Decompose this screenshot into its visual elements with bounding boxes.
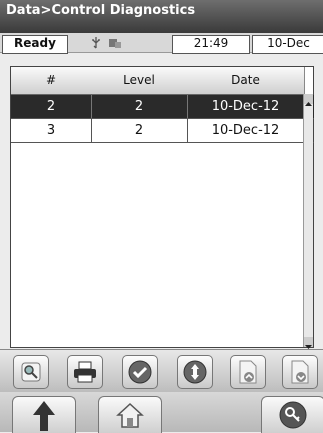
table-scrollbar[interactable] (303, 94, 313, 349)
scroll-down-arrow-icon[interactable] (304, 337, 313, 349)
scroll-updown-icon (183, 360, 207, 384)
home-button[interactable] (98, 396, 162, 433)
navigation-bar (0, 392, 323, 433)
row-level: 2 (91, 119, 188, 142)
device-icon (109, 39, 121, 48)
page-up-button[interactable] (230, 355, 266, 389)
confirm-button[interactable] (122, 355, 158, 389)
printer-icon (74, 361, 96, 383)
column-header-level[interactable]: Level (91, 67, 188, 95)
home-icon (116, 402, 144, 428)
page-up-icon (239, 360, 257, 384)
row-date: 10-Dec-12 (211, 99, 280, 114)
key-button[interactable] (261, 396, 323, 433)
usb-icon (92, 37, 100, 49)
page-down-button[interactable] (282, 355, 318, 389)
status-time: 21:49 (172, 35, 250, 54)
scroll-up-arrow-icon[interactable] (304, 94, 313, 106)
column-header-date[interactable]: Date (187, 67, 305, 95)
row-level: 2 (91, 95, 188, 118)
row-number: 2 (11, 95, 92, 118)
table-row[interactable]: 2 2 10-Dec-12 (11, 95, 314, 119)
magnifier-icon (21, 362, 41, 382)
checkmark-icon (128, 360, 152, 384)
row-date: 10-Dec-12 (211, 123, 280, 138)
window-title: Data>Control Diagnostics (6, 3, 196, 18)
search-button[interactable] (13, 355, 49, 389)
key-icon (279, 401, 307, 429)
connection-icons (87, 35, 163, 52)
action-toolbar (0, 349, 323, 392)
diagnostics-table: # Level Date 2 2 10-Dec-12 3 2 10-Dec-12 (10, 66, 314, 349)
status-state: Ready (2, 35, 68, 54)
column-header-number[interactable]: # (11, 67, 92, 95)
up-arrow-icon (33, 401, 55, 431)
status-strip: Ready 21:49 10-Dec (0, 33, 323, 54)
window-title-bar: Data>Control Diagnostics (0, 0, 323, 33)
row-number: 3 (11, 119, 92, 142)
page-down-icon (291, 360, 309, 384)
table-row[interactable]: 3 2 10-Dec-12 (11, 119, 314, 143)
print-button[interactable] (67, 355, 103, 389)
scroll-button[interactable] (177, 355, 213, 389)
back-up-button[interactable] (12, 396, 76, 433)
status-date: 10-Dec (252, 35, 323, 54)
